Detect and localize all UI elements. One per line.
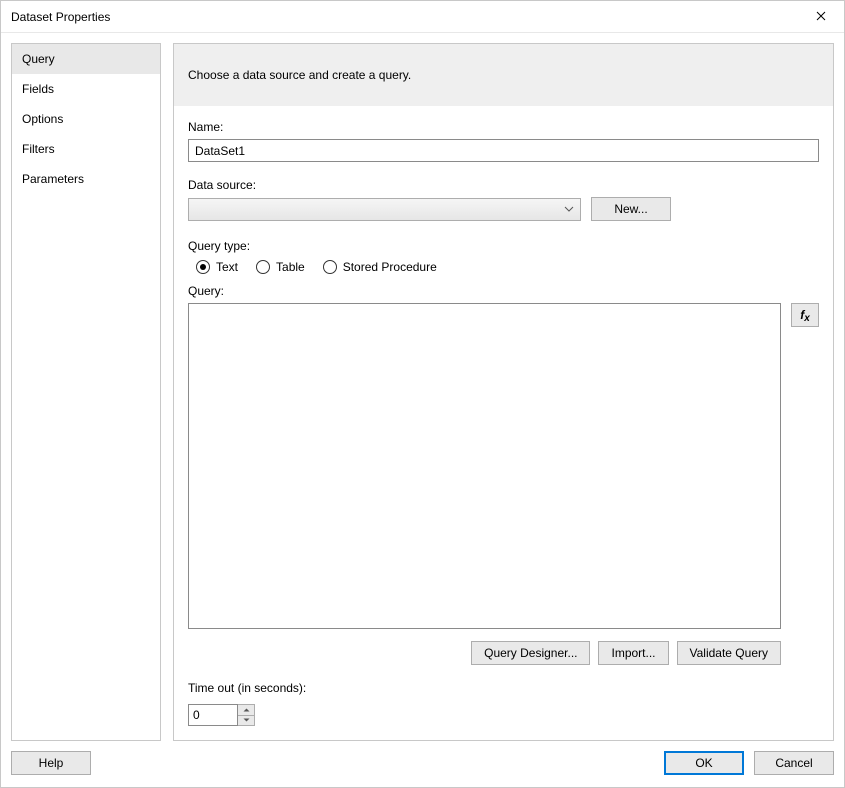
- sidebar-item-label: Parameters: [22, 172, 84, 186]
- timeout-spinner: [238, 704, 255, 726]
- radio-label: Table: [276, 260, 305, 274]
- sidebar-item-label: Query: [22, 52, 55, 66]
- sidebar-item-fields[interactable]: Fields: [12, 74, 160, 104]
- dialog-window: Dataset Properties Query Fields Options …: [0, 0, 845, 788]
- spin-down-button[interactable]: [238, 715, 254, 726]
- new-datasource-button[interactable]: New...: [591, 197, 671, 221]
- datasource-label: Data source:: [188, 178, 819, 192]
- help-button[interactable]: Help: [11, 751, 91, 775]
- query-textarea[interactable]: [189, 304, 780, 628]
- close-button[interactable]: [798, 1, 844, 32]
- panel-header: Choose a data source and create a query.: [174, 44, 833, 106]
- close-icon: [816, 10, 826, 24]
- radio-table[interactable]: Table: [256, 260, 305, 274]
- radio-icon: [196, 260, 210, 274]
- sidebar-item-label: Options: [22, 112, 63, 126]
- timeout-input[interactable]: [188, 704, 238, 726]
- query-textarea-wrap: [188, 303, 781, 629]
- validate-query-button[interactable]: Validate Query: [677, 641, 782, 665]
- chevron-down-icon: [564, 206, 574, 212]
- import-button[interactable]: Import...: [598, 641, 668, 665]
- ok-button[interactable]: OK: [664, 751, 744, 775]
- sidebar-item-label: Filters: [22, 142, 55, 156]
- sidebar-item-filters[interactable]: Filters: [12, 134, 160, 164]
- titlebar: Dataset Properties: [1, 1, 844, 33]
- dialog-body: Query Fields Options Filters Parameters …: [1, 33, 844, 741]
- sidebar: Query Fields Options Filters Parameters: [11, 43, 161, 741]
- form-content: Name: Data source: New... Query type:: [174, 106, 833, 740]
- radio-icon: [256, 260, 270, 274]
- name-label: Name:: [188, 120, 819, 134]
- sidebar-item-query[interactable]: Query: [12, 44, 160, 74]
- spin-up-button[interactable]: [238, 705, 254, 715]
- chevron-up-icon: [243, 708, 250, 712]
- query-type-group: Text Table Stored Procedure: [196, 260, 819, 274]
- sidebar-item-label: Fields: [22, 82, 54, 96]
- radio-text[interactable]: Text: [196, 260, 238, 274]
- radio-icon: [323, 260, 337, 274]
- fx-icon: fx: [800, 308, 810, 322]
- query-designer-button[interactable]: Query Designer...: [471, 641, 590, 665]
- dialog-footer: Help OK Cancel: [1, 741, 844, 787]
- main-panel: Choose a data source and create a query.…: [173, 43, 834, 741]
- radio-label: Text: [216, 260, 238, 274]
- datasource-dropdown[interactable]: [188, 198, 581, 221]
- sidebar-item-options[interactable]: Options: [12, 104, 160, 134]
- name-input[interactable]: [188, 139, 819, 162]
- sidebar-item-parameters[interactable]: Parameters: [12, 164, 160, 194]
- query-buttons-row: Query Designer... Import... Validate Que…: [188, 641, 819, 665]
- timeout-label: Time out (in seconds):: [188, 681, 819, 695]
- query-label: Query:: [188, 284, 819, 298]
- panel-title: Choose a data source and create a query.: [188, 68, 411, 82]
- chevron-down-icon: [243, 718, 250, 722]
- expression-button[interactable]: fx: [791, 303, 819, 327]
- cancel-button[interactable]: Cancel: [754, 751, 834, 775]
- query-type-label: Query type:: [188, 239, 819, 253]
- radio-stored-procedure[interactable]: Stored Procedure: [323, 260, 437, 274]
- radio-label: Stored Procedure: [343, 260, 437, 274]
- window-title: Dataset Properties: [11, 10, 110, 24]
